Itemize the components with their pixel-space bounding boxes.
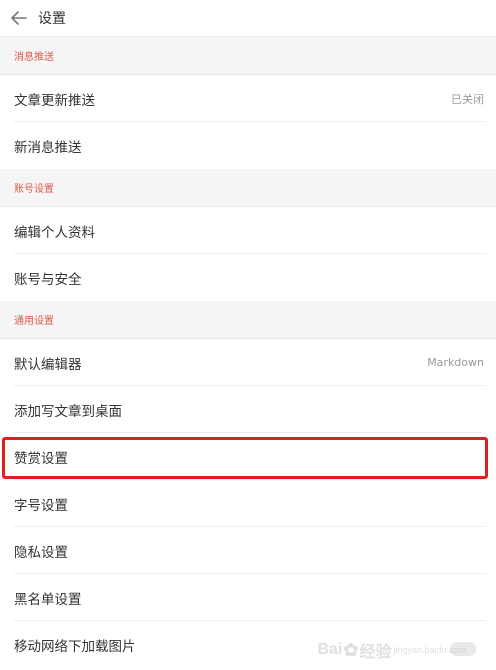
settings-row-edit-profile[interactable]: 编辑个人资料 — [0, 207, 496, 254]
watermark-text: Bai — [317, 641, 343, 658]
row-label: 新消息推送 — [14, 139, 82, 156]
row-label: 编辑个人资料 — [14, 224, 95, 241]
row-label: 字号设置 — [14, 497, 68, 514]
row-label: 移动网络下加载图片 — [14, 638, 136, 655]
row-label: 隐私设置 — [14, 544, 68, 561]
settings-row-privacy[interactable]: 隐私设置 — [0, 527, 496, 574]
watermark-sub: jingyan.baidu.com — [393, 645, 466, 655]
row-label: 赞赏设置 — [14, 450, 68, 467]
row-label: 黑名单设置 — [14, 591, 82, 608]
settings-row-account-security[interactable]: 账号与安全 — [0, 254, 496, 301]
settings-row-new-message-push[interactable]: 新消息推送 — [0, 122, 496, 169]
settings-row-font-size[interactable]: 字号设置 — [0, 480, 496, 527]
row-value: 已关闭 — [451, 92, 484, 106]
watermark-text-2: 经验 — [359, 644, 392, 661]
settings-row-reward[interactable]: 赞赏设置 — [0, 433, 496, 480]
settings-row-article-update-push[interactable]: 文章更新推送 已关闭 — [0, 75, 496, 122]
row-value: Markdown — [427, 356, 484, 369]
row-label: 账号与安全 — [14, 271, 82, 288]
row-label: 添加写文章到桌面 — [14, 403, 122, 420]
baidu-watermark: Bai ✿ 经验 jingyan.baidu.com — [317, 638, 466, 662]
settings-row-add-to-desktop[interactable]: 添加写文章到桌面 — [0, 386, 496, 433]
settings-row-blacklist[interactable]: 黑名单设置 — [0, 574, 496, 621]
paw-icon: ✿ — [343, 639, 359, 660]
section-heading-account: 账号设置 — [0, 169, 496, 207]
row-label: 文章更新推送 — [14, 92, 95, 109]
arrow-left-icon — [11, 11, 27, 25]
section-heading-push: 消息推送 — [0, 37, 496, 75]
page-title: 设置 — [38, 11, 66, 27]
row-label: 默认编辑器 — [14, 356, 82, 373]
settings-row-default-editor[interactable]: 默认编辑器 Markdown — [0, 339, 496, 386]
app-header: 设置 — [0, 0, 496, 37]
section-heading-general: 通用设置 — [0, 301, 496, 339]
back-button[interactable] — [0, 0, 38, 37]
